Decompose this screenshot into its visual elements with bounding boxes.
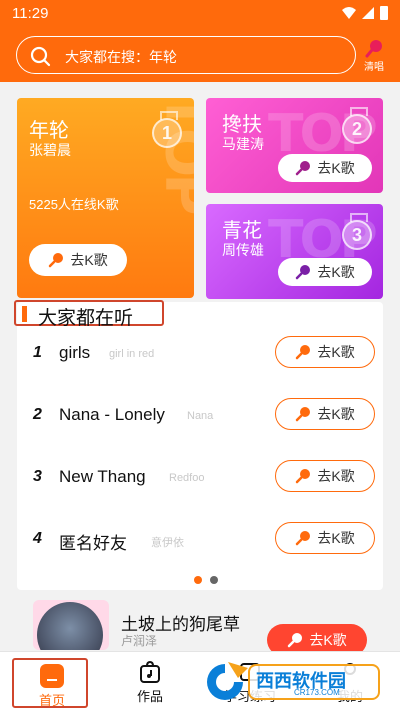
button-label: 去K歌 (70, 252, 108, 268)
search-icon (30, 46, 51, 67)
card-artist: 马建涛 (222, 136, 264, 152)
top-card-2[interactable]: TOP 2 搀扶 马建涛 去K歌 (206, 98, 383, 193)
sing-k-button[interactable]: 去K歌 (278, 154, 372, 182)
song-singer: girl in red (109, 348, 155, 360)
card-artist: 周传雄 (222, 242, 264, 258)
section-accent-bar (22, 306, 27, 322)
feature-artist: 卢润泽 (121, 634, 158, 648)
wifi-icon (342, 7, 356, 19)
song-singer: Redfoo (169, 472, 205, 484)
rank-medal-icon: 2 (342, 107, 372, 144)
microphone-icon (296, 407, 311, 422)
microphone-icon (365, 40, 382, 58)
home-icon (40, 664, 64, 688)
button-label: 去K歌 (317, 406, 355, 422)
site-watermark: 西西软件园 CR173.COM (198, 658, 388, 706)
rank-medal-icon: 3 (342, 213, 372, 250)
song-title: 匿名好友 (59, 534, 127, 553)
nav-label: 首页 (38, 693, 65, 708)
microphone-icon (288, 633, 303, 648)
nav-works[interactable]: 作品 (112, 652, 188, 708)
list-item[interactable]: 4 匿名好友 意伊依 去K歌 (17, 520, 383, 560)
card-song-title: 青花 (222, 220, 262, 242)
top-card-3[interactable]: TOP 3 青花 周传雄 去K歌 (206, 204, 383, 299)
status-icons (342, 6, 388, 20)
button-label: 去K歌 (317, 468, 355, 484)
app-header: 11:29 大家都在搜：年轮 清唱 (0, 0, 400, 82)
signal-icon (362, 7, 374, 19)
song-title: Nana - Lonely (59, 405, 165, 424)
microphone-icon (296, 161, 311, 176)
watermark-logo-icon (207, 662, 248, 700)
microphone-icon (296, 265, 311, 280)
microphone-icon (296, 531, 311, 546)
song-singer: Nana (187, 410, 214, 422)
album-art (37, 602, 103, 650)
nav-label: 作品 (136, 689, 163, 704)
sing-k-button[interactable]: 去K歌 (278, 258, 372, 286)
top-card-1[interactable]: TOP 1 年轮 张碧晨 5225人在线K歌 去K歌 (17, 98, 194, 298)
sing-k-button[interactable]: 去K歌 (275, 398, 375, 430)
sing-k-button[interactable]: 去K歌 (275, 460, 375, 492)
sing-k-button[interactable]: 去K歌 (29, 244, 127, 276)
watermark-badge: 西西软件园 CR173.COM (248, 664, 380, 700)
rank-medal-icon: 1 (152, 111, 182, 148)
button-label: 去K歌 (317, 530, 355, 546)
page-dot-active[interactable] (194, 576, 202, 584)
list-item[interactable]: 2 Nana - Lonely Nana 去K歌 (17, 396, 383, 436)
button-label: 去K歌 (317, 160, 355, 176)
button-label: 去K歌 (317, 344, 355, 360)
button-label: 去K歌 (309, 632, 347, 648)
list-item[interactable]: 1 girls girl in red 去K歌 (17, 334, 383, 374)
song-rank: 3 (33, 468, 42, 485)
song-rank: 1 (33, 344, 42, 361)
card-artist: 张碧晨 (29, 142, 71, 158)
sing-button[interactable]: 清唱 (358, 36, 390, 73)
microphone-icon (296, 345, 311, 360)
microphone-icon (296, 469, 311, 484)
watermark-url: CR173.COM (294, 688, 340, 697)
list-item[interactable]: 3 New Thang Redfoo 去K歌 (17, 458, 383, 498)
section-title: 大家都在听 (14, 300, 164, 329)
song-rank: 2 (33, 406, 42, 423)
song-title: girls (59, 343, 91, 362)
search-hint: 大家都在搜：年轮 (65, 49, 177, 65)
microphone-icon (49, 253, 64, 268)
status-bar: 11:29 (0, 0, 400, 28)
album-cover[interactable] (33, 600, 109, 650)
card-song-title: 搀扶 (222, 114, 262, 136)
page-dot[interactable] (210, 576, 218, 584)
battery-icon (380, 6, 388, 20)
nav-home[interactable]: 首页 (12, 658, 88, 708)
section-title-text: 大家都在听 (38, 308, 134, 329)
sing-label: 清唱 (364, 62, 384, 73)
song-rank: 4 (33, 530, 42, 547)
song-singer: 意伊依 (151, 537, 184, 549)
music-bag-icon (140, 660, 160, 683)
button-label: 去K歌 (317, 264, 355, 280)
sing-k-button[interactable]: 去K歌 (275, 522, 375, 554)
search-bar[interactable]: 大家都在搜：年轮 (16, 36, 356, 74)
page-indicator (194, 576, 218, 584)
song-title: New Thang (59, 467, 146, 486)
status-time: 11:29 (12, 5, 49, 22)
card-song-title: 年轮 (29, 120, 69, 142)
card-online-count: 5225人在线K歌 (29, 197, 119, 212)
sing-k-button[interactable]: 去K歌 (275, 336, 375, 368)
